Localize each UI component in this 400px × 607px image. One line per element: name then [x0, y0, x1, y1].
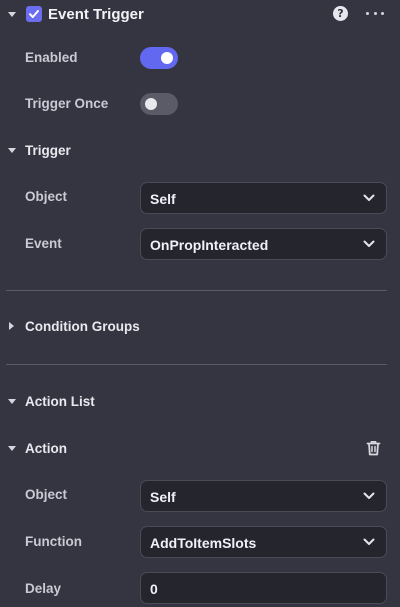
action-delay-input[interactable]: 0 — [140, 572, 387, 604]
chevron-down-icon — [363, 240, 375, 247]
action-object-value: Self — [150, 489, 176, 505]
trigger-event-dropdown[interactable]: OnPropInteracted — [140, 228, 387, 260]
action-function-label: Function — [25, 534, 82, 549]
action-object-label: Object — [25, 487, 68, 502]
action-list-header[interactable]: Action List — [25, 393, 95, 411]
chevron-down-icon — [363, 194, 375, 201]
chevron-down-icon — [363, 538, 375, 545]
trigger-event-label: Event — [25, 236, 62, 251]
trigger-once-toggle[interactable] — [140, 93, 178, 115]
condition-groups-header[interactable]: Condition Groups — [25, 318, 140, 336]
trigger-collapse-icon[interactable] — [8, 148, 16, 153]
action-header[interactable]: Action — [25, 440, 67, 458]
component-title: Event Trigger — [48, 6, 144, 23]
trigger-object-value: Self — [150, 191, 176, 207]
condition-groups-expand-icon[interactable] — [9, 322, 14, 330]
trash-icon[interactable] — [366, 440, 381, 456]
collapse-caret-icon[interactable] — [8, 12, 16, 17]
trigger-event-value: OnPropInteracted — [150, 237, 269, 253]
component-enabled-checkbox[interactable] — [26, 6, 42, 22]
trigger-section-header[interactable]: Trigger — [25, 142, 71, 160]
trigger-object-dropdown[interactable]: Self — [140, 182, 387, 214]
action-object-dropdown[interactable]: Self — [140, 480, 387, 512]
section-divider — [6, 290, 387, 291]
action-delay-label: Delay — [25, 581, 62, 596]
trigger-object-label: Object — [25, 189, 68, 204]
action-delay-value: 0 — [150, 581, 158, 597]
action-list-collapse-icon[interactable] — [8, 399, 16, 404]
action-function-value: AddToItemSlots — [150, 535, 257, 551]
chevron-down-icon — [363, 492, 375, 499]
more-options-icon[interactable] — [366, 6, 384, 21]
checkmark-icon — [29, 10, 39, 18]
trigger-once-label: Trigger Once — [25, 96, 109, 111]
action-collapse-icon[interactable] — [8, 446, 16, 451]
help-icon[interactable]: ? — [333, 6, 348, 21]
enabled-label: Enabled — [25, 50, 78, 65]
section-divider — [6, 364, 387, 365]
action-function-dropdown[interactable]: AddToItemSlots — [140, 526, 387, 558]
enabled-toggle[interactable] — [140, 47, 178, 69]
